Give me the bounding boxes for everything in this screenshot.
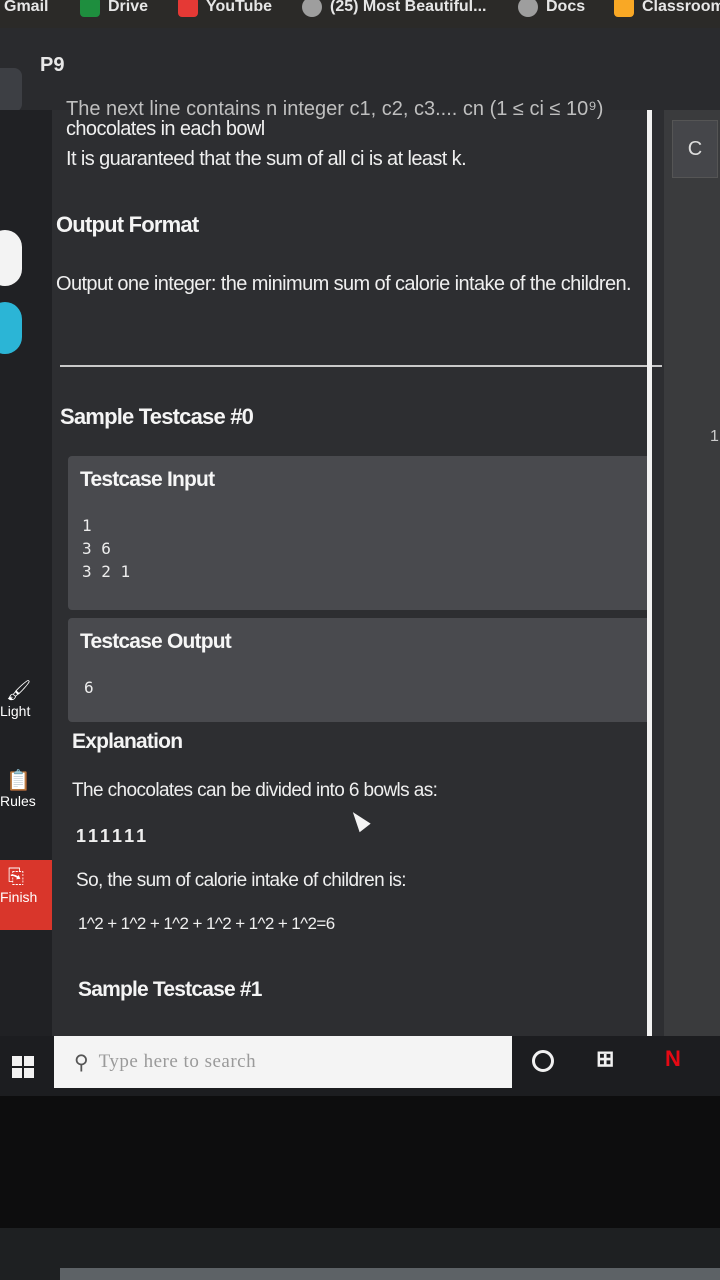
task-view-icon[interactable]: ⊞ — [596, 1046, 614, 1072]
light-theme-button[interactable]: 🖌 Light — [0, 678, 52, 719]
search-placeholder: Type here to search — [98, 1051, 257, 1072]
explanation-bowls: 111111 — [76, 826, 150, 846]
bookmark-classroom[interactable]: Classroom — [614, 0, 720, 20]
bookmark-most-beautiful[interactable]: (25) Most Beautiful... — [302, 0, 486, 20]
output-format-text: Output one integer: the minimum sum of c… — [56, 273, 632, 295]
explanation-text: So, the sum of calorie intake of childre… — [76, 870, 407, 891]
language-tab-c[interactable]: C — [672, 120, 718, 178]
globe-icon — [518, 0, 538, 17]
windows-taskbar: ⚲ Type here to search ⊞ N — [0, 1036, 720, 1096]
divider — [60, 365, 662, 367]
sample-testcase-1-heading: Sample Testcase #1 — [78, 978, 262, 1001]
drive-icon — [80, 0, 100, 17]
cortana-icon[interactable] — [532, 1050, 554, 1072]
testcase-input-card: Testcase Input 1 3 6 3 2 1 — [68, 456, 652, 610]
globe-icon — [302, 0, 322, 17]
input-constraint-text: It is guaranteed that the sum of all ci … — [66, 148, 467, 170]
taskbar-search-input[interactable]: ⚲ Type here to search — [54, 1036, 512, 1088]
exit-icon: ⎘ — [8, 866, 24, 888]
testcase-output-value: 6 — [84, 678, 94, 697]
app-logo — [0, 68, 22, 112]
bookmark-gmail[interactable]: Gmail — [4, 0, 48, 20]
line-number: 1 — [710, 428, 719, 445]
explanation-text: The chocolates can be divided into 6 bow… — [72, 780, 438, 801]
keyboard-edge — [60, 1268, 720, 1280]
testcase-input-line: 3 6 — [82, 539, 111, 558]
clipboard-icon: 📋 — [6, 770, 31, 792]
rules-button[interactable]: 📋 Rules — [0, 768, 52, 809]
output-format-heading: Output Format — [56, 212, 199, 237]
classroom-icon — [614, 0, 634, 17]
testcase-input-line: 1 — [82, 516, 92, 535]
windows-start-icon[interactable] — [12, 1056, 34, 1078]
avatar-active[interactable] — [0, 302, 22, 354]
problem-statement: The next line contains n integer c1, c2,… — [52, 98, 664, 1040]
sample-testcase-0-heading: Sample Testcase #0 — [60, 404, 254, 429]
editor-panel: C 1 — [664, 110, 720, 1040]
netflix-icon[interactable]: N — [665, 1046, 681, 1072]
bookmarks-bar: Gmail Drive YouTube (25) Most Beautiful.… — [0, 0, 720, 28]
youtube-icon — [178, 0, 198, 17]
testcase-output-card: Testcase Output 6 — [68, 618, 652, 722]
testcase-input-title: Testcase Input — [80, 468, 215, 491]
finish-button[interactable]: ⎘ Finish — [0, 860, 52, 930]
testcase-output-title: Testcase Output — [80, 630, 232, 653]
brush-icon: 🖌 — [6, 680, 32, 702]
input-format-text: chocolates in each bowl — [66, 118, 265, 140]
testcase-input-line: 3 2 1 — [82, 562, 131, 581]
bookmark-drive[interactable]: Drive — [80, 0, 148, 20]
explanation-formula: 1^2 + 1^2 + 1^2 + 1^2 + 1^2 + 1^2=6 — [78, 914, 335, 933]
avatar[interactable] — [0, 230, 22, 286]
bookmark-youtube[interactable]: YouTube — [178, 0, 272, 20]
problem-tab-title[interactable]: P9 — [40, 54, 64, 77]
explanation-heading: Explanation — [72, 730, 183, 753]
bookmark-docs[interactable]: Docs — [518, 0, 585, 20]
search-icon: ⚲ — [74, 1051, 89, 1074]
content-scrollbar[interactable] — [647, 110, 652, 1040]
